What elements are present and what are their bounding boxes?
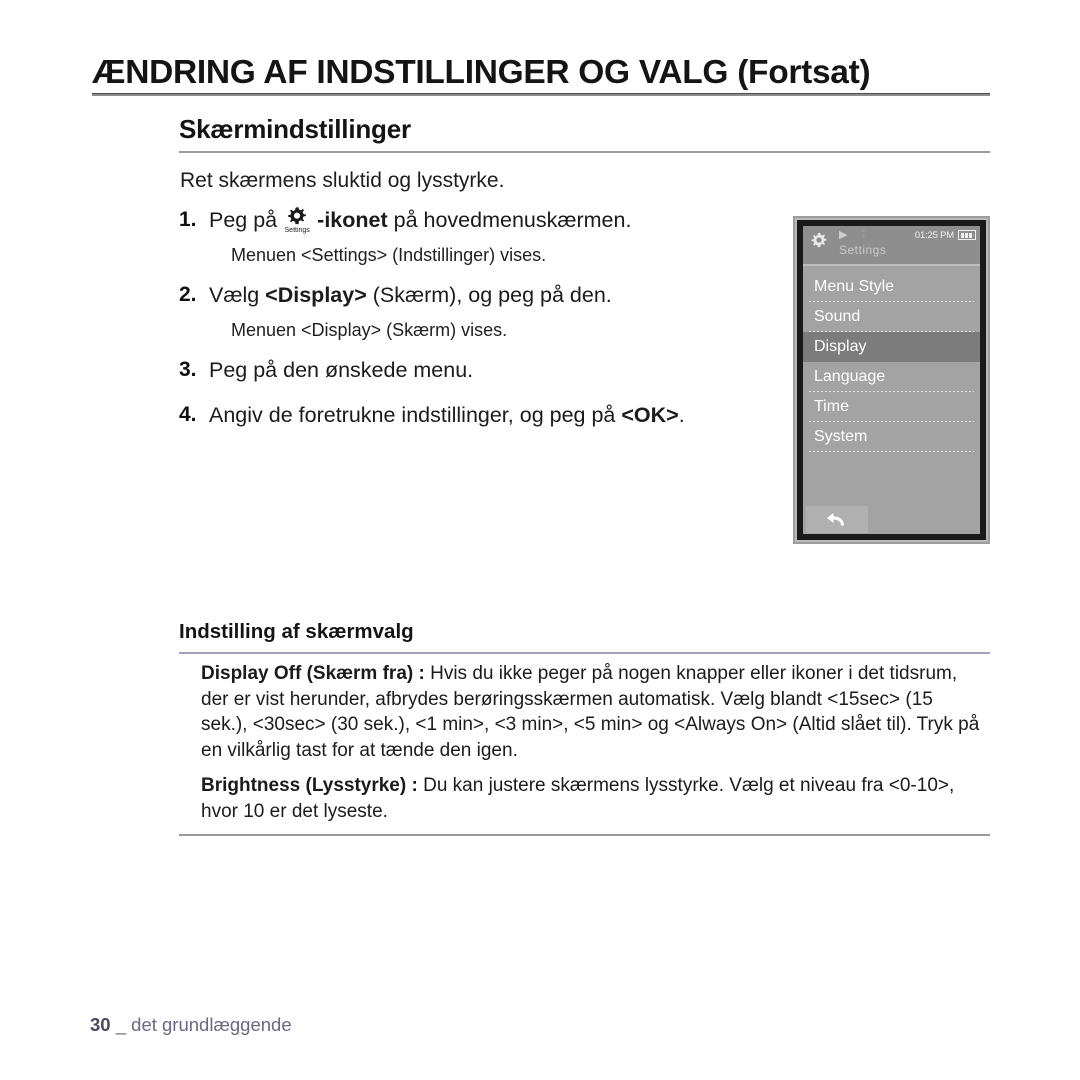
menu-item-menu-style[interactable]: Menu Style: [803, 272, 980, 302]
step-text: Peg på Settings -ikonet på hovedmenuskærme…: [209, 203, 631, 237]
page-footer: 30 _ det grundlæggende: [90, 1014, 292, 1036]
chapter-title: ÆNDRING AF INDSTILLINGER OG VALG (Fortsa…: [92, 54, 871, 91]
menu-item-sound[interactable]: Sound: [803, 302, 980, 332]
footer-page-number: 30: [90, 1014, 111, 1035]
options-heading: Indstilling af skærmvalg: [179, 620, 414, 643]
menu-item-label: Menu Style: [814, 278, 895, 295]
device-bottom-bar: [803, 500, 980, 534]
step-item-3: 3. Peg på den ønskede menu.: [179, 353, 779, 387]
step-text-before: Peg på: [209, 208, 278, 232]
device-statusbar: ▶ ⁑ Settings 01:25 PM: [803, 226, 980, 266]
step-text-before: Angiv de foretrukne indstillinger, og pe…: [209, 403, 622, 427]
step-list: 1. Peg på Settings -ikonet på hovedmenuskæ…: [179, 203, 779, 435]
options-bottom-rule: [179, 834, 990, 836]
menu-item-label: Display: [814, 338, 867, 355]
menu-item-label: Time: [814, 398, 849, 415]
menu-item-label: Language: [814, 368, 886, 385]
option-paragraph-display-off: Display Off (Skærm fra) : Hvis du ikke p…: [201, 661, 981, 763]
step-text-bold: -ikonet: [317, 208, 388, 232]
menu-item-label: System: [814, 428, 868, 445]
step-subtext-2: Menuen <Display> (Skærm) vises.: [231, 320, 508, 340]
step-subtext-1: Menuen <Settings> (Indstillinger) vises.: [231, 245, 547, 265]
menu-item-time[interactable]: Time: [803, 392, 980, 422]
step-text-bold: <OK>: [621, 403, 679, 427]
step-text-bold: <Display>: [265, 283, 367, 307]
menu-item-label: Sound: [814, 308, 861, 325]
settings-icon-caption: Settings: [284, 227, 310, 234]
step-spacer: [179, 390, 779, 398]
options-heading-rule: [179, 652, 990, 654]
section-heading: Skærmindstillinger: [179, 114, 411, 144]
menu-item-display[interactable]: Display: [803, 332, 980, 362]
step-item-4: 4. Angiv de foretrukne indstillinger, og…: [179, 398, 779, 432]
device-frame: ▶ ⁑ Settings 01:25 PM Menu Style Sound D…: [797, 220, 986, 540]
device-mockup: ▶ ⁑ Settings 01:25 PM Menu Style Sound D…: [793, 216, 990, 544]
step-number: 4.: [179, 403, 197, 426]
step-text-after: (Skærm), og peg på den.: [366, 283, 612, 307]
step-text: Vælg <Display> (Skærm), og peg på den.: [209, 278, 612, 312]
menu-item-language[interactable]: Language: [803, 362, 980, 392]
play-icon: ▶: [839, 229, 848, 241]
options-body: Display Off (Skærm fra) : Hvis du ikke p…: [201, 661, 981, 834]
statusbar-time: 01:25 PM: [914, 230, 954, 241]
back-button[interactable]: [806, 506, 868, 533]
bluetooth-icon: ⁑: [861, 230, 866, 241]
statusbar-gear-icon: [808, 231, 830, 258]
footer-label: det grundlæggende: [131, 1014, 292, 1035]
manual-page: ÆNDRING AF INDSTILLINGER OG VALG (Fortsa…: [0, 0, 1080, 1080]
statusbar-title: Settings: [839, 243, 887, 257]
step-number: 2.: [179, 283, 197, 306]
step-item-2: 2. Vælg <Display> (Skærm), og peg på den…: [179, 278, 779, 312]
menu-item-system[interactable]: System: [803, 422, 980, 452]
section-intro: Ret skærmens sluktid og lysstyrke.: [180, 169, 505, 192]
step-text-after: på hovedmenuskærmen.: [387, 208, 632, 232]
step-text-before: Vælg: [209, 283, 266, 307]
chapter-title-rule: [92, 93, 990, 96]
settings-gear-icon: Settings: [277, 205, 317, 234]
step-text: Peg på den ønskede menu.: [209, 353, 473, 387]
settings-menu-list: Menu Style Sound Display Language Time S…: [803, 266, 980, 500]
option-term: Display Off (Skærm fra) :: [201, 663, 425, 684]
battery-icon: [958, 230, 976, 240]
section-heading-rule: [179, 151, 990, 153]
footer-separator: _: [115, 1014, 127, 1035]
step-text-before: Peg på den ønskede menu.: [209, 358, 474, 382]
step-number: 1.: [179, 208, 197, 231]
step-text-after: .: [678, 403, 685, 427]
option-paragraph-brightness: Brightness (Lysstyrke) : Du kan justere …: [201, 773, 981, 824]
step-number: 3.: [179, 358, 197, 381]
step-text: Angiv de foretrukne indstillinger, og pe…: [209, 398, 685, 432]
back-arrow-icon: [827, 512, 844, 525]
step-item-1: 1. Peg på Settings -ikonet på hovedmenuskæ…: [179, 203, 779, 237]
option-term: Brightness (Lysstyrke) :: [201, 775, 418, 796]
device-screen: ▶ ⁑ Settings 01:25 PM Menu Style Sound D…: [803, 226, 980, 534]
